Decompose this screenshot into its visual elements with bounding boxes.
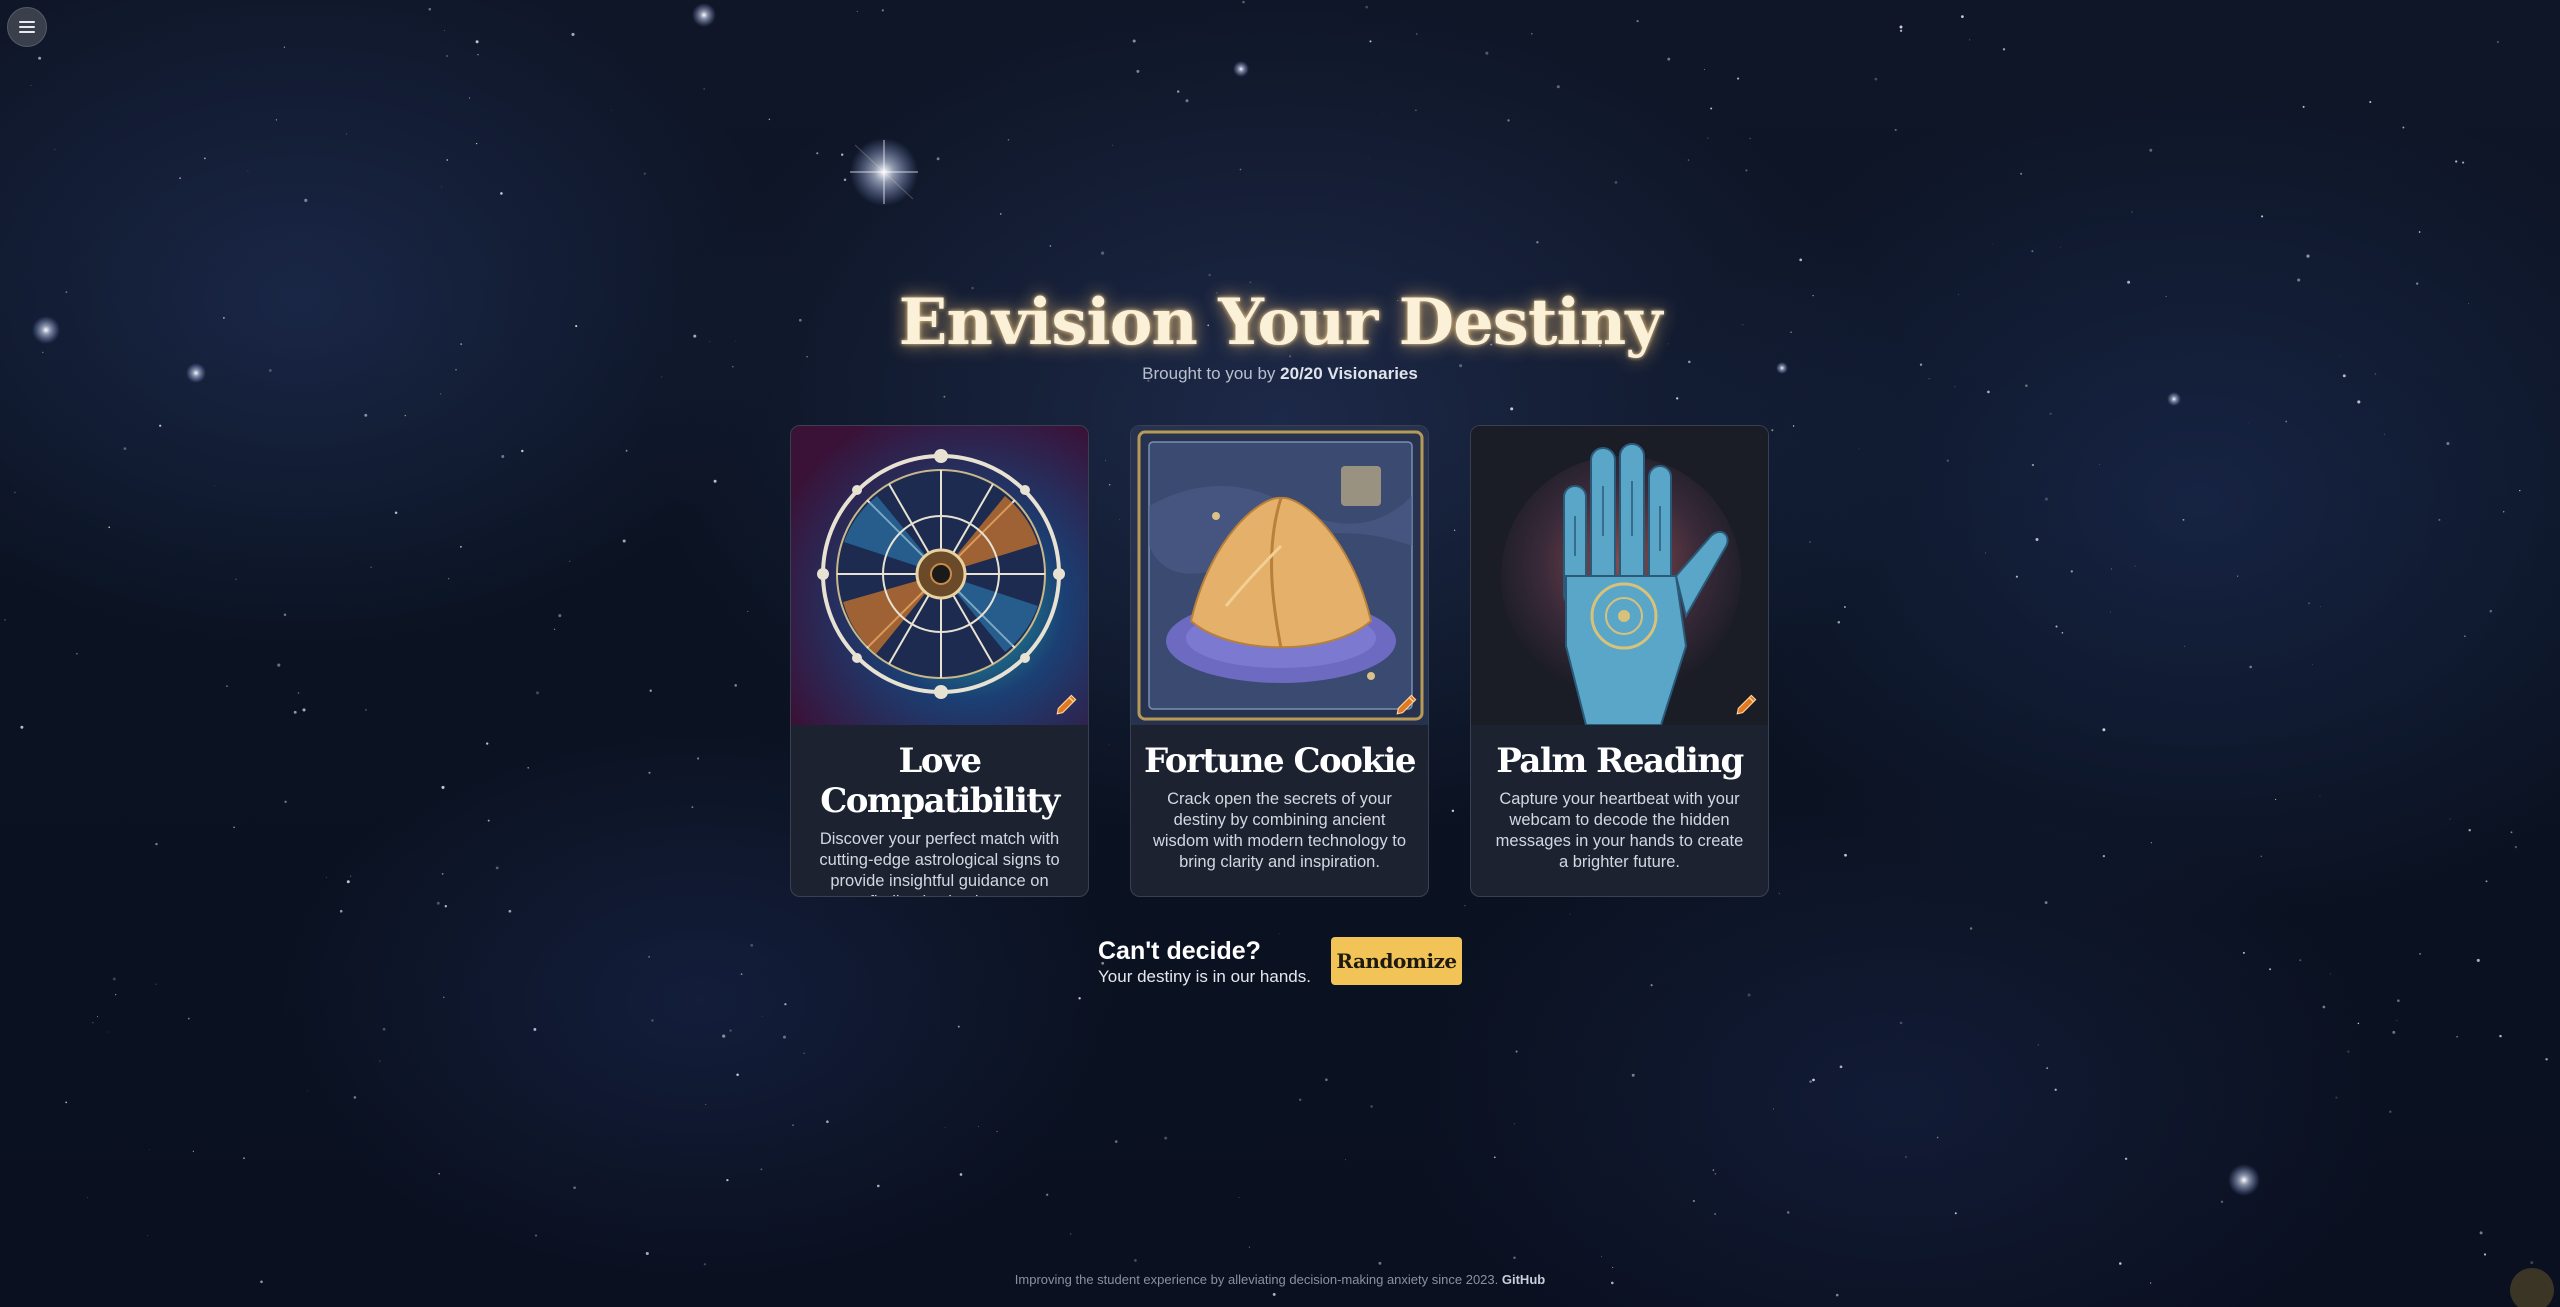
team-name: 20/20 Visionaries [1280, 364, 1418, 383]
cta-heading: Can't decide? [1098, 937, 1261, 965]
footer: Improving the student experience by alle… [0, 1272, 2560, 1287]
zodiac-wheel-image [791, 426, 1088, 725]
pencil-icon [1396, 694, 1417, 715]
card-palm-reading[interactable]: Palm Reading Capture your heartbeat with… [1470, 425, 1769, 897]
menu-button[interactable] [7, 7, 47, 47]
hamburger-icon [19, 21, 35, 33]
card-fortune-cookie[interactable]: Fortune Cookie Crack open the secrets of… [1130, 425, 1429, 897]
card-title: Fortune Cookie [1143, 741, 1417, 781]
page-title: Envision Your Destiny [898, 285, 1663, 360]
card-title: Palm Reading [1496, 741, 1744, 781]
card-description: Crack open the secrets of your destiny b… [1152, 790, 1407, 871]
card-description: Capture your heartbeat with your webcam … [1495, 790, 1744, 871]
page-subtitle: Brought to you by 20/20 Visionaries [0, 364, 2560, 384]
randomize-section: Can't decide? Your destiny is in our han… [1098, 937, 1478, 989]
github-link[interactable]: GitHub [1502, 1272, 1545, 1287]
card-description: Discover your perfect match with cutting… [819, 830, 1060, 896]
pencil-icon [1736, 694, 1757, 715]
feature-cards: Love Compatibility Discover your perfect… [790, 425, 1770, 897]
fortune-cookie-image [1131, 426, 1428, 725]
card-title: Love Compatibility [820, 741, 1060, 821]
card-love-compatibility[interactable]: Love Compatibility Discover your perfect… [790, 425, 1089, 897]
footer-text: Improving the student experience by alle… [1014, 1272, 1499, 1287]
palm-hand-image [1471, 426, 1768, 725]
pencil-icon [1056, 694, 1077, 715]
randomize-button[interactable]: Randomize [1331, 937, 1462, 985]
subtitle-prefix: Brought to you by [1142, 364, 1276, 383]
cta-subtext: Your destiny is in our hands. [1098, 967, 1311, 986]
